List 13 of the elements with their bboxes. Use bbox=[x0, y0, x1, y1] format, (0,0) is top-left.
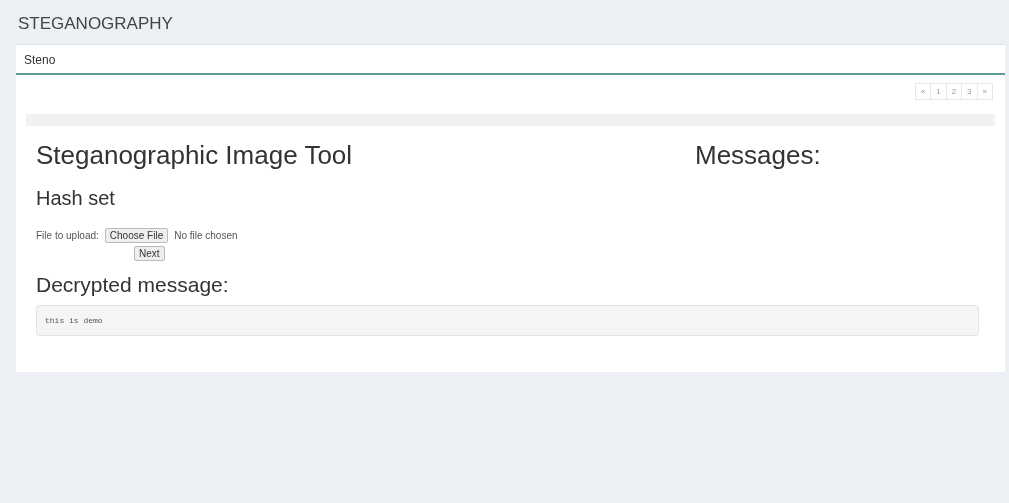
tab[interactable]: Steno bbox=[16, 45, 64, 73]
app-title: STEGANOGRAPHY bbox=[18, 14, 173, 33]
page-link[interactable]: 3 bbox=[961, 83, 978, 100]
upload-label: File to upload: bbox=[36, 230, 99, 241]
next-button[interactable]: Next bbox=[134, 246, 165, 261]
section-title: Hash set bbox=[36, 187, 116, 210]
page-link[interactable]: 1 bbox=[930, 83, 947, 100]
decrypted-message: this is demo bbox=[36, 305, 979, 336]
choose-file-button[interactable]: Choose File bbox=[104, 228, 169, 243]
tool-title: Steganographic Image Tool bbox=[36, 140, 354, 171]
file-status: No file chosen bbox=[174, 230, 238, 241]
decrypted-title: Decrypted message: bbox=[36, 273, 230, 297]
messages-title: Messages: bbox=[695, 140, 822, 171]
